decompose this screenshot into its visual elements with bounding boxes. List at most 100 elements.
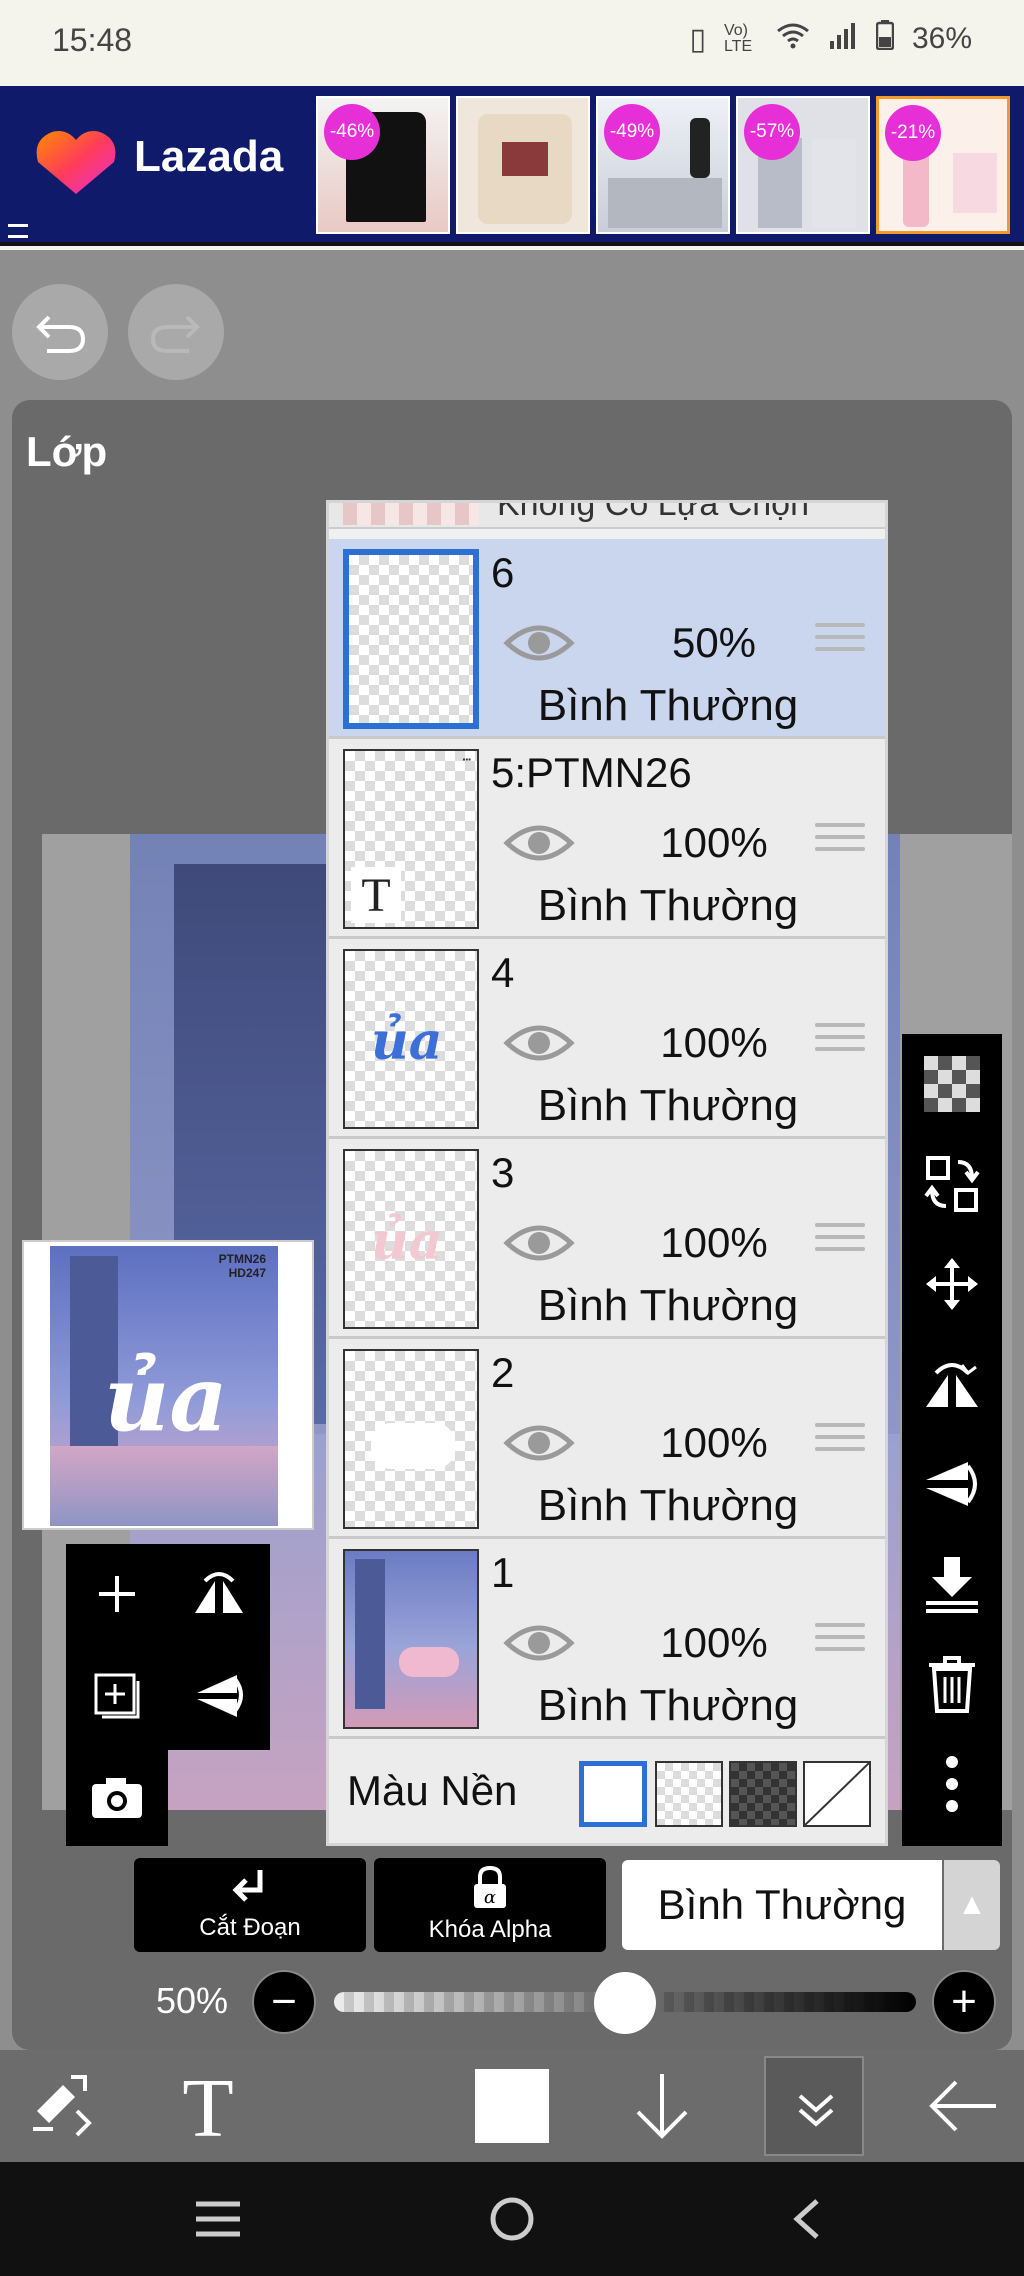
visibility-eye-icon[interactable] — [503, 1419, 575, 1467]
signal-icon — [828, 21, 858, 57]
home-button[interactable] — [462, 2162, 562, 2276]
drag-handle-icon[interactable] — [815, 823, 865, 863]
flip-horizontal-icon — [195, 1572, 243, 1613]
visibility-eye-icon[interactable] — [503, 1219, 575, 1267]
bg-transparent-swatch[interactable] — [655, 1761, 723, 1827]
layer-blend-mode: Bình Thường — [537, 1281, 799, 1330]
svg-text:T: T — [182, 2070, 233, 2142]
opacity-increase-button[interactable]: + — [932, 1970, 996, 2034]
drag-handle-icon[interactable] — [815, 1023, 865, 1063]
layer-name: 3 — [491, 1149, 515, 1196]
panel-title: Lớp — [26, 428, 108, 475]
layer-row-3[interactable]: ủa 3 100% Bình Thường — [329, 1139, 885, 1339]
text-tool-button[interactable]: T — [158, 2050, 258, 2162]
flip-vertical-button[interactable] — [168, 1646, 270, 1746]
bg-dark-checker-swatch[interactable] — [729, 1761, 797, 1827]
status-time: 15:48 — [52, 22, 133, 58]
drag-handle-icon[interactable] — [815, 623, 865, 663]
clip-label: Cắt Đoạn — [199, 1914, 301, 1941]
camera-button[interactable] — [66, 1750, 168, 1846]
thumb-text-mini: ▪▪▪ — [462, 755, 471, 764]
layer-down-button[interactable] — [612, 2050, 712, 2162]
system-nav-bar — [0, 2162, 1024, 2276]
transparency-checker-button[interactable] — [902, 1034, 1002, 1134]
ad-menu-icon[interactable] — [8, 224, 28, 238]
checker-icon — [924, 1056, 980, 1112]
delete-layer-button[interactable] — [902, 1634, 1002, 1734]
add-layer-button[interactable] — [66, 1544, 168, 1644]
layer-blend-mode: Bình Thường — [537, 1481, 799, 1530]
lock-alpha-icon: α — [474, 1866, 506, 1908]
layer-row-2[interactable]: 2 100% Bình Thường — [329, 1339, 885, 1539]
layer-row-5[interactable]: ▪▪▪ T 5:PTMN26 100% Bình Thường — [329, 739, 885, 939]
ad-product[interactable]: -57% — [736, 96, 870, 234]
blend-mode-arrow-icon[interactable]: ▲ — [944, 1860, 1000, 1950]
swap-layers-button[interactable] — [902, 1134, 1002, 1234]
alpha-lock-button[interactable]: α Khóa Alpha — [374, 1858, 606, 1952]
layer-name: 5:PTMN26 — [491, 749, 692, 796]
layer-row-1[interactable]: 1 100% Bình Thường — [329, 1539, 885, 1739]
flip-horizontal-button[interactable] — [902, 1334, 1002, 1434]
color-button[interactable] — [462, 2050, 562, 2162]
ad-product[interactable]: -46% — [316, 96, 450, 234]
layer-thumbnail — [343, 503, 479, 525]
layer-list[interactable]: Không Có Lựa Chọn 6 50% Bình Thường ▪▪▪ … — [326, 500, 888, 1846]
merge-down-button[interactable] — [902, 1534, 1002, 1634]
visibility-eye-icon[interactable] — [503, 619, 575, 667]
ad-product[interactable]: -21% — [876, 96, 1010, 234]
visibility-eye-icon[interactable] — [503, 1019, 575, 1067]
flip-horizontal-icon — [926, 1363, 978, 1407]
background-color-row: Màu Nền — [329, 1739, 885, 1843]
duplicate-icon — [94, 1673, 140, 1719]
preview-ua-text: ủa — [104, 1346, 228, 1452]
duplicate-layer-button[interactable] — [66, 1646, 168, 1746]
recents-button[interactable] — [168, 2162, 268, 2276]
undo-button[interactable] — [12, 284, 108, 380]
layer-thumbnail: ủa — [343, 949, 479, 1129]
ad-banner[interactable]: Lazada -46% -49% -57% -21% — [0, 86, 1024, 246]
layer-thumbnail: ▪▪▪ T — [343, 749, 479, 929]
ad-product[interactable] — [456, 96, 590, 234]
drag-handle-icon[interactable] — [815, 1423, 865, 1463]
layers-panel-button[interactable] — [764, 2056, 864, 2156]
more-options-button[interactable] — [902, 1734, 1002, 1834]
preview-tag-line2: HD247 — [228, 1266, 266, 1280]
layer-row-4[interactable]: ủa 4 100% Bình Thường — [329, 939, 885, 1139]
arrow-left-icon — [929, 2080, 996, 2132]
layer-blend-mode: Bình Thường — [537, 881, 799, 930]
move-button[interactable] — [902, 1234, 1002, 1334]
layer-thumbnail — [343, 549, 479, 729]
layer-row-6[interactable]: 6 50% Bình Thường — [329, 539, 885, 739]
visibility-eye-icon[interactable] — [503, 819, 575, 867]
ad-products: -46% -49% -57% -21% — [316, 96, 1010, 234]
ad-brand: Lazada — [134, 132, 284, 181]
clip-button[interactable]: Cắt Đoạn — [134, 1858, 366, 1952]
ad-product[interactable]: -49% — [596, 96, 730, 234]
layer-blend-mode: Bình Thường — [537, 681, 799, 730]
redo-icon — [150, 315, 200, 353]
status-icons: ▯ Vo) LTE 36% — [689, 20, 972, 58]
recents-icon — [196, 2201, 240, 2237]
visibility-eye-icon[interactable] — [503, 1619, 575, 1667]
blend-mode-select[interactable]: Bình Thường — [622, 1860, 942, 1950]
drag-handle-icon[interactable] — [815, 1623, 865, 1663]
transform-icon — [33, 2075, 92, 2137]
plus-icon — [99, 1576, 135, 1612]
bg-white-swatch[interactable] — [579, 1761, 647, 1827]
nav-back-button[interactable] — [756, 2162, 856, 2276]
battery-icon — [875, 20, 895, 58]
canvas-preview[interactable]: PTMN26 HD247 ủa — [22, 1240, 314, 1530]
opacity-slider-thumb[interactable] — [594, 1972, 656, 2034]
redo-button[interactable] — [128, 284, 224, 380]
bg-none-swatch[interactable] — [803, 1761, 871, 1827]
layer-opacity: 100% — [660, 819, 768, 866]
thumb-ua-text: ủa — [371, 1211, 443, 1272]
drag-handle-icon[interactable] — [815, 1223, 865, 1263]
transform-tool-button[interactable] — [12, 2050, 112, 2162]
opacity-decrease-button[interactable]: − — [252, 1970, 316, 2034]
back-button[interactable] — [912, 2050, 1012, 2162]
flip-horizontal-button[interactable] — [168, 1544, 270, 1644]
flip-vertical-button[interactable] — [902, 1434, 1002, 1534]
discount-badge: -49% — [604, 104, 660, 160]
background-color-label: Màu Nền — [347, 1767, 518, 1814]
